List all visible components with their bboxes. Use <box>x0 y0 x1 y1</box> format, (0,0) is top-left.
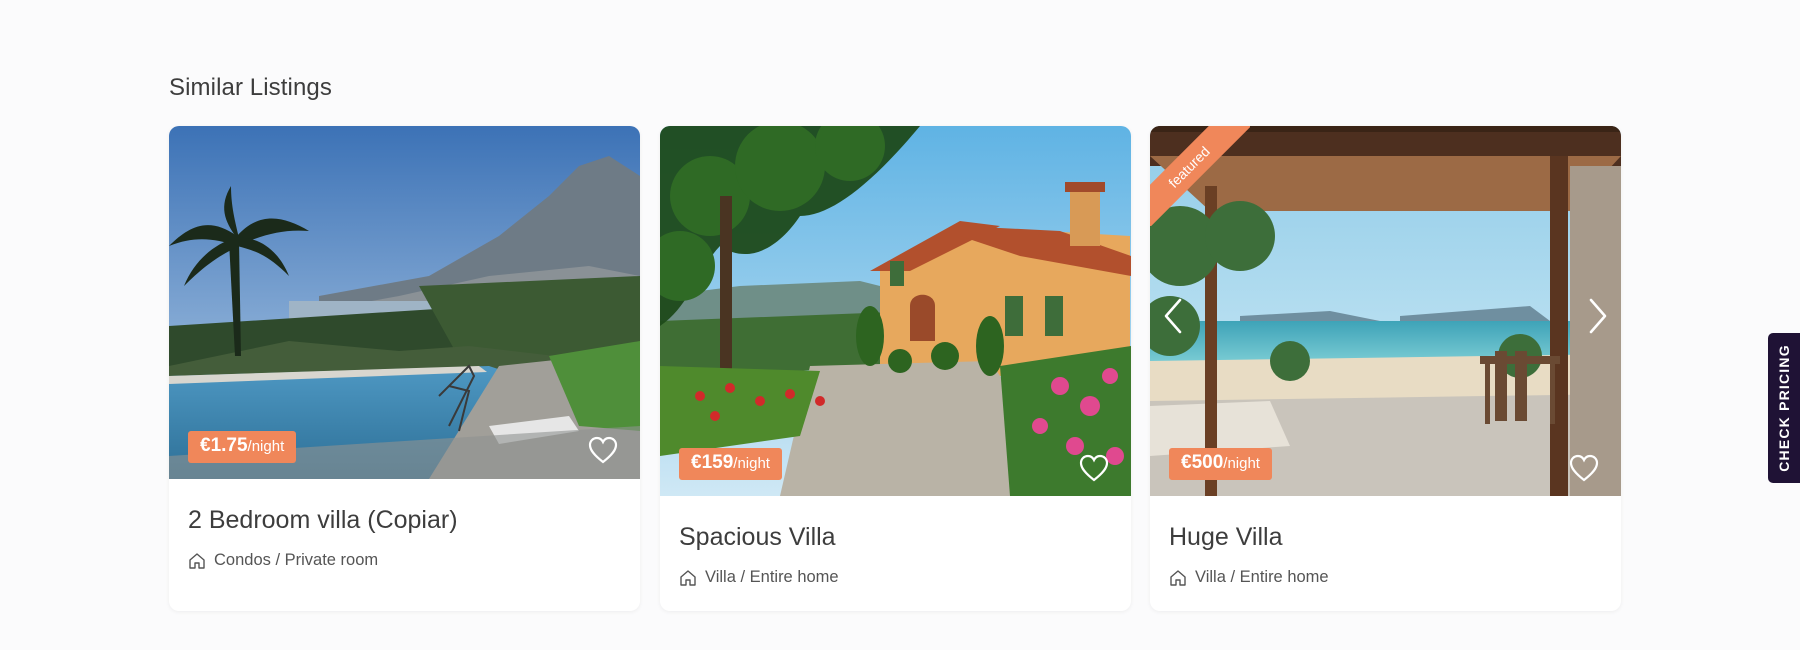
heart-icon[interactable] <box>588 436 618 464</box>
heart-icon[interactable] <box>1079 454 1109 482</box>
price-badge: €1.75/night <box>188 431 297 463</box>
listing-image[interactable]: €1.75/night <box>169 126 640 479</box>
price-badge: €159/night <box>679 448 782 480</box>
listing-type: Villa / Entire home <box>1169 568 1602 587</box>
listing-image[interactable]: €159/night <box>660 126 1131 496</box>
price-amount: €159 <box>691 452 734 473</box>
home-icon <box>189 552 205 569</box>
price-badge: €500/night <box>1169 448 1272 480</box>
home-icon <box>1170 569 1186 586</box>
listing-type-label: Villa / Entire home <box>1195 568 1329 586</box>
pool-scene-image <box>169 126 640 479</box>
chevron-right-icon[interactable] <box>1585 296 1611 336</box>
listing-title[interactable]: Huge Villa <box>1169 496 1602 552</box>
chevron-left-icon[interactable] <box>1160 296 1186 336</box>
listing-card[interactable]: featured €500/night Huge Villa Villa / E… <box>1150 126 1621 611</box>
heart-icon[interactable] <box>1569 454 1599 482</box>
price-amount: €1.75 <box>200 435 248 456</box>
check-pricing-label: CHECK PRICING <box>1776 344 1792 472</box>
listing-type-label: Condos / Private room <box>214 551 379 569</box>
price-amount: €500 <box>1181 452 1224 473</box>
section-title: Similar Listings <box>169 74 332 101</box>
listing-title[interactable]: 2 Bedroom villa (Copiar) <box>188 479 621 535</box>
listing-type-label: Villa / Entire home <box>705 568 839 586</box>
featured-ribbon-label: featured <box>1150 126 1250 226</box>
listing-image[interactable]: featured €500/night <box>1150 126 1621 496</box>
home-icon <box>680 569 696 586</box>
check-pricing-tab[interactable]: CHECK PRICING <box>1768 333 1800 483</box>
listing-type: Condos / Private room <box>188 551 621 570</box>
price-unit: /night <box>733 455 770 472</box>
featured-ribbon: featured <box>1150 126 1250 226</box>
listing-card[interactable]: €1.75/night 2 Bedroom villa (Copiar) Con… <box>169 126 640 611</box>
villa-scene-image <box>660 126 1131 496</box>
price-unit: /night <box>1223 455 1260 472</box>
listing-card[interactable]: €159/night Spacious Villa Villa / Entire… <box>660 126 1131 611</box>
listing-title[interactable]: Spacious Villa <box>679 496 1112 552</box>
price-unit: /night <box>247 438 285 455</box>
listing-type: Villa / Entire home <box>679 568 1112 587</box>
